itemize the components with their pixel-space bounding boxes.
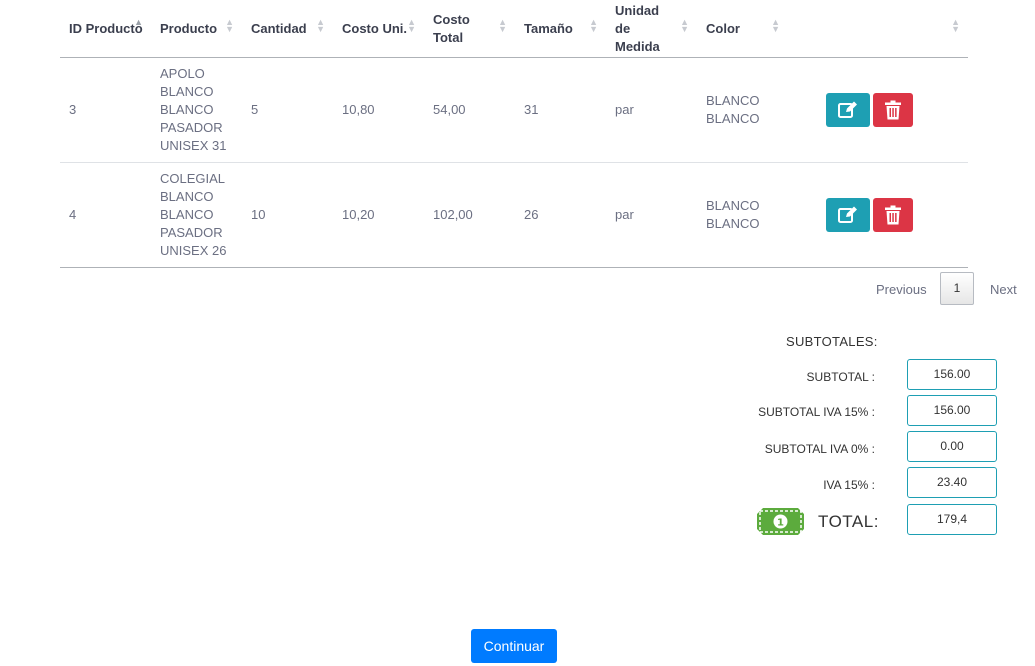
cell-tamano: 31 [515,57,606,163]
cell-color: BLANCO BLANCO [697,57,788,163]
col-id-producto[interactable]: ID Producto ▲ [60,0,151,58]
col-unidad-medida[interactable]: Unidad de Medida ▲ ▼ [606,0,697,58]
trash-icon [885,100,901,120]
cell-color: BLANCO BLANCO [697,162,788,268]
subtotal-field[interactable]: 156.00 [907,359,997,390]
col-cantidad[interactable]: Cantidad ▲ ▼ [242,0,333,58]
col-tamano[interactable]: Tamaño ▲ ▼ [515,0,606,58]
table-row: 4 COLEGIAL BLANCO BLANCO PASADOR UNISEX … [60,162,968,268]
subtotal-iva0-label: SUBTOTAL IVA 0% : [764,442,875,456]
svg-text:1: 1 [777,518,784,529]
iva-field[interactable]: 23.40 [907,467,997,498]
col-actions[interactable]: ▲ ▼ [788,0,968,58]
col-producto[interactable]: Producto ▲ ▼ [151,0,242,58]
cell-unidad: par [606,57,697,163]
cell-tamano: 26 [515,162,606,268]
subtotal-iva0-field[interactable]: 0.00 [907,431,997,462]
subtotal-label: SUBTOTAL : [806,370,875,384]
subtotal-iva15-label: SUBTOTAL IVA 15% : [758,405,875,419]
sort-icon: ▲ ▼ [951,17,960,34]
products-table: ID Producto ▲ Producto ▲ ▼ Cantidad ▲ ▼ Costo… [60,0,968,268]
cell-cantidad: 5 [242,57,333,163]
subtotales-heading: SUBTOTALES: [786,334,878,349]
subtotal-iva15-field[interactable]: 156.00 [907,395,997,426]
sort-icon: ▲ ▼ [589,17,598,34]
cell-cantidad: 10 [242,162,333,268]
sort-icon: ▲ ▼ [498,17,507,34]
sort-icon: ▲ ▼ [407,17,416,34]
cell-id: 3 [60,57,151,163]
cell-costo-total: 54,00 [424,57,515,163]
col-costo-total[interactable]: Costo Total ▲ ▼ [424,0,515,58]
cell-producto: COLEGIAL BLANCO BLANCO PASADOR UNISEX 26 [151,162,242,268]
cell-producto: APOLO BLANCO BLANCO PASADOR UNISEX 31 [151,57,242,163]
cell-costo-uni: 10,20 [333,162,424,268]
total-field[interactable]: 179,4 [907,504,997,535]
edit-button[interactable] [826,93,870,127]
cell-unidad: par [606,162,697,268]
delete-button[interactable] [873,93,913,127]
sort-icon: ▲ ▼ [225,17,234,34]
cell-costo-total: 102,00 [424,162,515,268]
sort-icon: ▲ ▼ [680,17,689,34]
pagination-previous[interactable]: Previous [876,282,927,297]
table-header-row: ID Producto ▲ Producto ▲ ▼ Cantidad ▲ ▼ Costo… [60,0,968,58]
pagination-page-1[interactable]: 1 [940,272,974,305]
pencil-square-icon [838,101,857,118]
pagination-next[interactable]: Next [990,282,1017,297]
cell-actions [788,57,968,163]
money-bill-icon: 1 [757,508,804,535]
col-costo-uni[interactable]: Costo Uni. ▲ ▼ [333,0,424,58]
pencil-square-icon [838,206,857,223]
iva-label: IVA 15% : [823,478,875,492]
edit-button[interactable] [826,198,870,232]
col-color[interactable]: Color ▲ ▼ [697,0,788,58]
trash-icon [885,205,901,225]
table-row: 3 APOLO BLANCO BLANCO PASADOR UNISEX 31 … [60,57,968,163]
sort-asc-icon: ▲ [134,17,143,27]
continue-button[interactable]: Continuar [471,629,557,663]
sort-icon: ▲ ▼ [771,17,780,34]
cell-actions [788,162,968,268]
total-label: TOTAL: [818,512,879,531]
cell-costo-uni: 10,80 [333,57,424,163]
cell-id: 4 [60,162,151,268]
sort-icon: ▲ ▼ [316,17,325,34]
delete-button[interactable] [873,198,913,232]
